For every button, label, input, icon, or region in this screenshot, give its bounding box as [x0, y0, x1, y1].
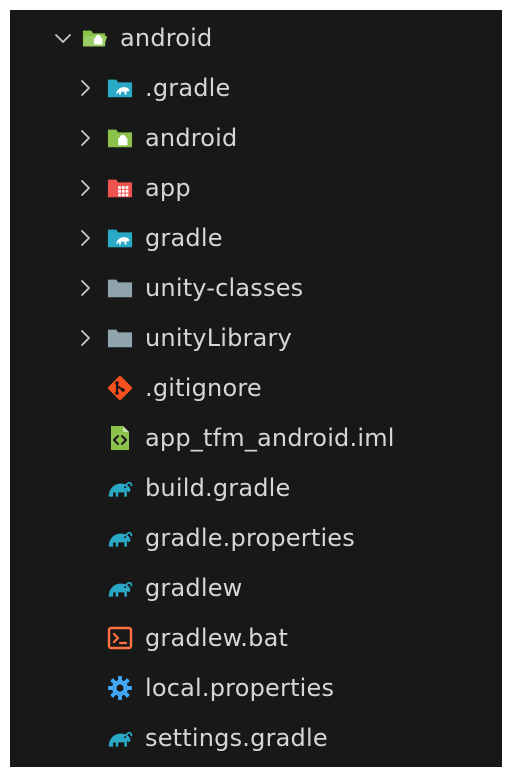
folder-icon	[107, 325, 133, 351]
tree-item-label: local.properties	[145, 674, 335, 702]
tree-item-android-root[interactable]: android	[10, 14, 502, 62]
tree-item-label: gradlew	[145, 574, 243, 602]
chevron-right-icon[interactable]	[72, 114, 98, 162]
tree-item-dot-gradle[interactable]: .gradle	[10, 64, 502, 112]
tree-item-label: android	[145, 124, 238, 152]
chevron-right-icon[interactable]	[72, 64, 98, 112]
tree-item-label: .gitignore	[145, 374, 262, 402]
tree-item-local-properties[interactable]: local.properties	[10, 664, 502, 712]
tree-item-gradlew-bat[interactable]: gradlew.bat	[10, 614, 502, 662]
tree-item-settings-gradle[interactable]: settings.gradle	[10, 714, 502, 762]
tree-item-unity-classes[interactable]: unity-classes	[10, 264, 502, 312]
tree-item-label: android	[120, 24, 213, 52]
tree-item-label: gradlew.bat	[145, 624, 289, 652]
tree-item-label: app	[145, 174, 191, 202]
tree-item-label: settings.gradle	[145, 724, 328, 752]
tree-item-unitylibrary[interactable]: unityLibrary	[10, 314, 502, 362]
tree-item-label: unity-classes	[145, 274, 304, 302]
tree-item-app[interactable]: app	[10, 164, 502, 212]
gradle-elephant-icon	[107, 525, 133, 551]
android-folder-open-icon	[82, 25, 108, 51]
chevron-right-icon[interactable]	[72, 264, 98, 312]
tree-item-build-gradle[interactable]: build.gradle	[10, 464, 502, 512]
tree-item-gradle-properties[interactable]: gradle.properties	[10, 514, 502, 562]
gradle-elephant-icon	[107, 725, 133, 751]
app-folder-icon	[107, 175, 133, 201]
gradle-folder-icon	[107, 75, 133, 101]
chevron-down-icon[interactable]	[50, 14, 76, 62]
tree-item-label: gradle.properties	[145, 524, 355, 552]
settings-gear-icon	[107, 675, 133, 701]
android-folder-icon	[107, 125, 133, 151]
tree-item-label: app_tfm_android.iml	[145, 424, 395, 452]
file-explorer-panel: android .gradle android app gradle unity…	[10, 10, 502, 767]
git-icon	[107, 375, 133, 401]
gradle-elephant-icon	[107, 575, 133, 601]
tree-item-label: .gradle	[145, 74, 231, 102]
tree-item-gradle[interactable]: gradle	[10, 214, 502, 262]
tree-item-label: unityLibrary	[145, 324, 293, 352]
tree-item-app-tfm-android-iml[interactable]: app_tfm_android.iml	[10, 414, 502, 462]
terminal-icon	[107, 625, 133, 651]
tree-item-gradlew[interactable]: gradlew	[10, 564, 502, 612]
tree-item-android[interactable]: android	[10, 114, 502, 162]
chevron-right-icon[interactable]	[72, 314, 98, 362]
folder-icon	[107, 275, 133, 301]
chevron-right-icon[interactable]	[72, 214, 98, 262]
tree-item-gitignore[interactable]: .gitignore	[10, 364, 502, 412]
xml-file-icon	[107, 425, 133, 451]
gradle-elephant-icon	[107, 475, 133, 501]
chevron-right-icon[interactable]	[72, 164, 98, 212]
gradle-folder-icon	[107, 225, 133, 251]
tree-item-label: build.gradle	[145, 474, 291, 502]
tree-item-label: gradle	[145, 224, 223, 252]
